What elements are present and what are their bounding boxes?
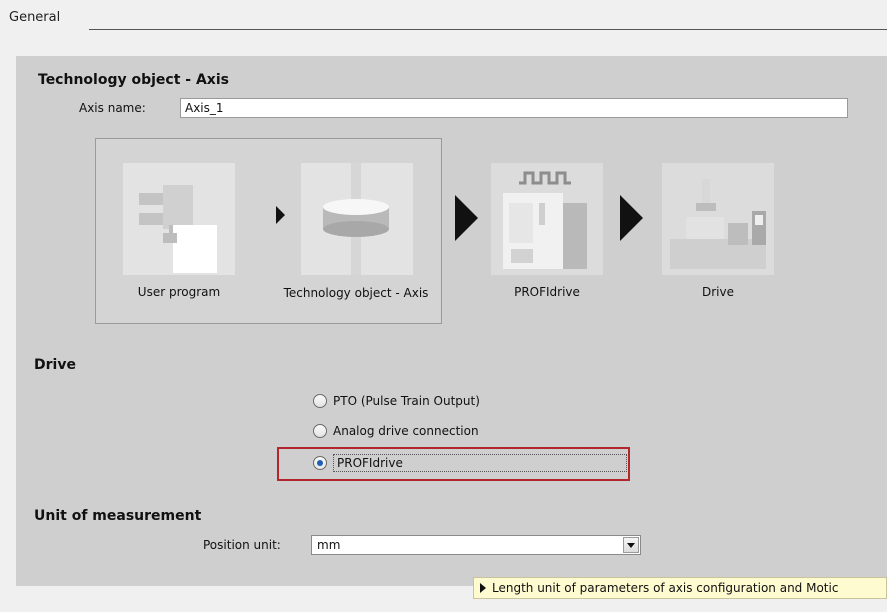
tooltip-text: Length unit of parameters of axis config… xyxy=(492,581,839,595)
radio-option-pto[interactable]: PTO (Pulse Train Output) xyxy=(313,394,480,408)
unit-of-measurement-heading: Unit of measurement xyxy=(34,508,202,524)
profidrive-icon xyxy=(491,163,603,275)
axis-name-input[interactable] xyxy=(180,98,848,118)
technology-object-axis-icon xyxy=(301,163,413,275)
radio-button[interactable] xyxy=(313,394,327,408)
radio-button[interactable] xyxy=(313,424,327,438)
user-program-icon xyxy=(123,163,235,275)
chevron-down-icon[interactable] xyxy=(623,537,639,553)
tooltip: Length unit of parameters of axis config… xyxy=(473,577,887,599)
highlight-frame xyxy=(277,447,630,481)
flow-arrow-icon xyxy=(620,195,643,241)
drive-caption: Drive xyxy=(702,285,734,299)
axis-name-label: Axis name: xyxy=(79,101,146,115)
position-unit-value: mm xyxy=(317,538,341,552)
technology-object-heading: Technology object - Axis xyxy=(38,72,229,88)
position-unit-select[interactable]: mm xyxy=(311,535,641,555)
user-program-caption: User program xyxy=(137,285,221,299)
radio-label: Analog drive connection xyxy=(333,424,479,438)
drive-heading: Drive xyxy=(34,357,76,373)
profidrive-caption: PROFIdrive xyxy=(514,285,580,299)
header-divider xyxy=(89,29,887,30)
drive-icon xyxy=(662,163,774,275)
technology-object-caption: Technology object - Axis xyxy=(283,286,429,300)
radio-option-analog[interactable]: Analog drive connection xyxy=(313,424,479,438)
position-unit-label: Position unit: xyxy=(203,538,281,552)
flow-arrow-icon xyxy=(276,206,285,224)
radio-label: PTO (Pulse Train Output) xyxy=(333,394,480,408)
flow-arrow-icon xyxy=(455,195,478,241)
tooltip-arrow-icon xyxy=(480,583,486,593)
general-title: General xyxy=(9,10,61,25)
general-section-header: General xyxy=(9,8,887,30)
